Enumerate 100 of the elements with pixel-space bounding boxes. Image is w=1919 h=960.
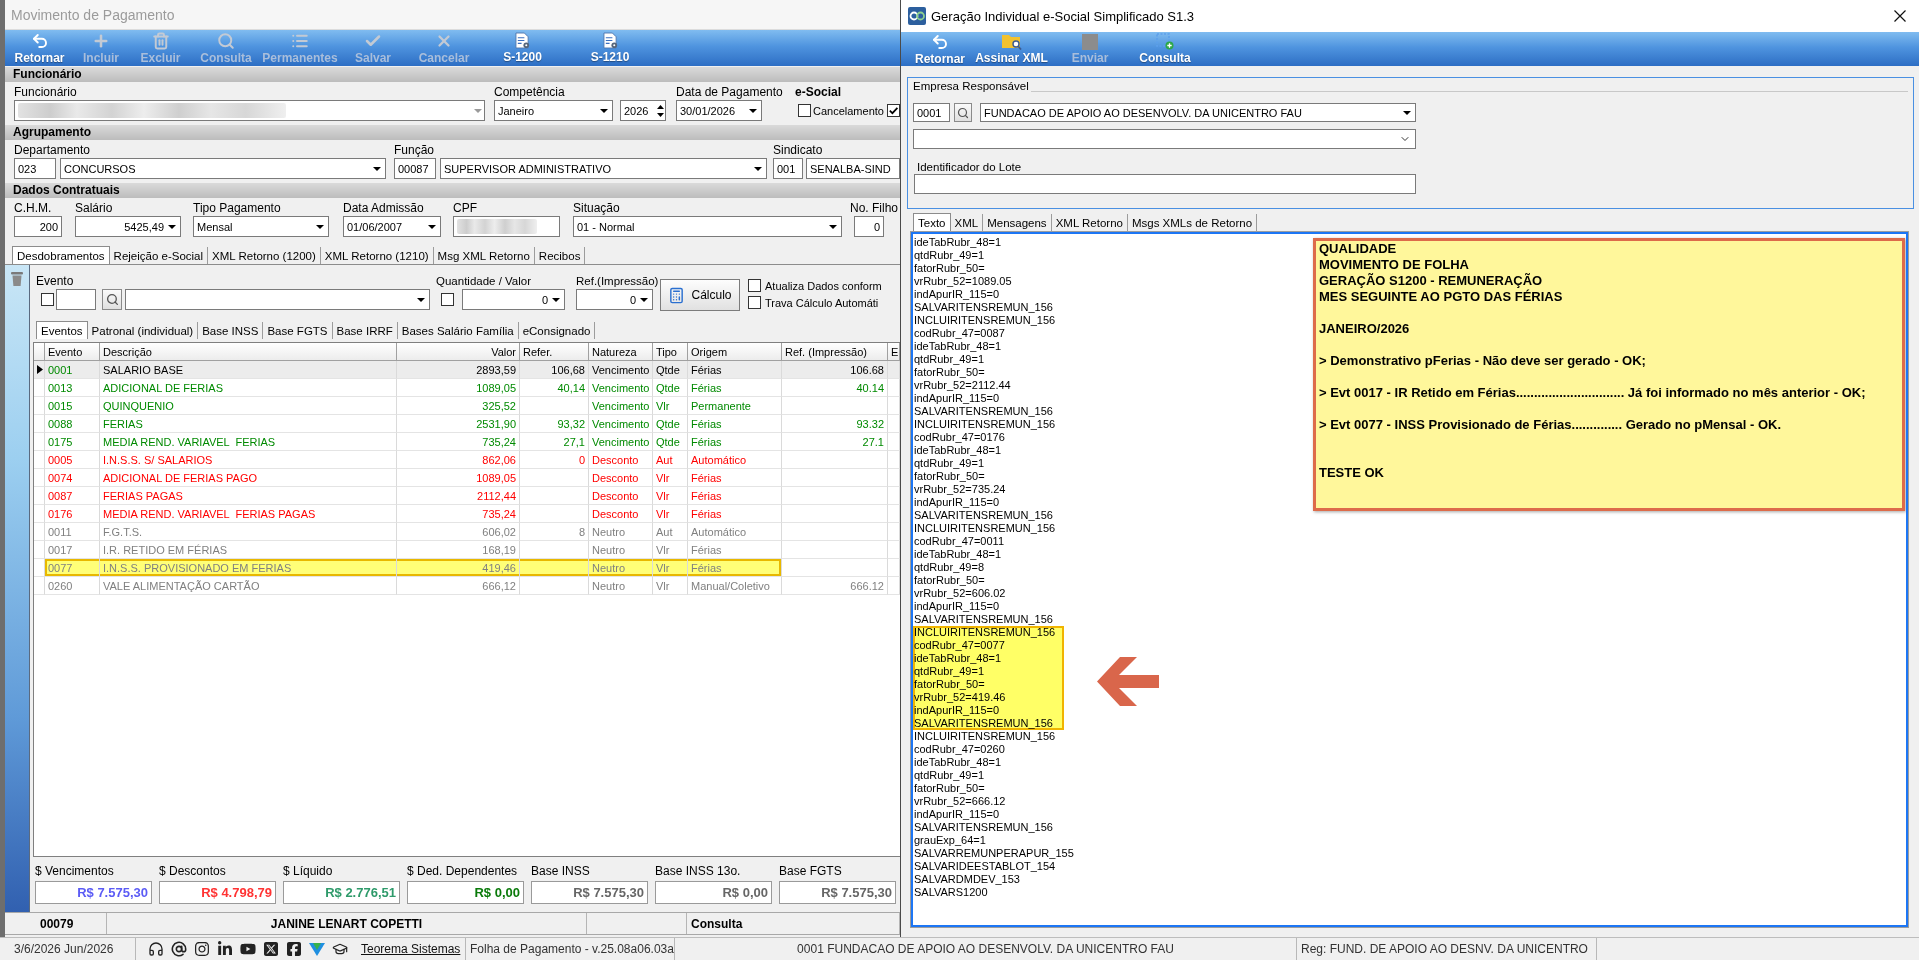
tab[interactable]: Base INSS [198,322,264,339]
checkbox[interactable] [748,279,761,292]
table-cell: QUINQUENIO [100,397,397,415]
text-line: ideTabRubr_48=1 [914,548,1002,561]
table-cell: SALARIO BASE [100,361,397,379]
toolbar-button[interactable]: S-1210 [565,30,655,66]
graduation-cap-icon[interactable] [332,941,348,957]
amount-field: R$ 0,00 [655,881,772,904]
toolbar-button[interactable]: Assinar XML [969,32,1054,66]
tab[interactable]: XML Retorno (1210) [320,247,434,264]
text-line: SALVARS1200 [914,886,988,899]
quantity-select[interactable]: 0 [462,289,565,310]
group-legend: Empresa Responsável [913,79,1031,93]
payment-type-select[interactable]: Mensal [193,216,329,237]
status-select[interactable]: 01 - Normal [573,216,842,237]
instagram-icon[interactable] [194,941,210,957]
month-select[interactable]: Janeiro [494,100,613,121]
toolbar-button[interactable]: Retornar [8,30,71,66]
checkbox[interactable] [886,104,900,117]
toolbar-button[interactable]: Consulta [1126,32,1204,66]
table-cell: Vlr [653,541,688,559]
document-gear-icon [515,32,530,49]
date-select[interactable]: 30/01/2026 [676,100,762,121]
event-select[interactable] [125,289,430,310]
table-cell: Manual/Coletivo [688,577,782,595]
tab[interactable]: Base FGTS [263,322,333,339]
table-cell: 0175 [45,433,100,451]
code-field[interactable]: 00087 [394,158,436,179]
calculate-button[interactable]: Cálculo [660,279,740,311]
checkbox[interactable] [748,296,761,309]
number-field[interactable]: 200 [14,216,62,237]
tab[interactable]: Texto [913,213,951,231]
field-label: $ Descontos [159,863,226,879]
headphones-icon[interactable] [148,941,164,957]
column-header: E [888,343,900,361]
code-field[interactable]: 023 [14,158,56,179]
table-cell: Vencimento [589,415,653,433]
employee-select[interactable] [14,100,485,121]
search-button[interactable] [102,289,122,310]
date-select[interactable]: 01/06/2007 [343,216,441,237]
text-line: SALVARITENSREMUN_156 [914,509,1053,522]
tab[interactable]: XML Retorno (1200) [208,247,321,264]
field-label: Ref.(Impressão) [576,274,659,289]
code-field[interactable]: 0001 [913,103,950,122]
table-cell: 325,52 [397,397,520,415]
text-field[interactable]: SENALBA-SIND [806,158,900,179]
tab[interactable]: Desdobramentos [12,246,110,264]
field-label: Tipo Pagamento [193,200,281,216]
x-logo-icon[interactable] [263,941,279,957]
column-header: Natureza [589,343,653,361]
toolbar-button[interactable]: S-1200 [480,30,565,66]
linkedin-icon[interactable] [217,941,233,957]
tab[interactable]: Bases Salário Família [397,322,519,339]
app-logo-icon [908,7,926,25]
batch-id-field[interactable] [914,174,1416,194]
table-cell: Qtde [653,433,688,451]
company-link[interactable]: Teorema Sistemas [361,942,461,956]
table-cell: 666,12 [397,577,520,595]
checkbox[interactable] [41,293,54,306]
text-area[interactable] [911,232,1908,927]
facebook-icon[interactable] [286,941,302,957]
salary-select[interactable]: 5425,49 [75,216,181,237]
tab[interactable]: eConsignado [518,322,596,339]
text-line: qtdRubr_49=8 [914,561,985,574]
reference-select[interactable]: 0 [576,289,653,310]
tab[interactable]: Recibos [534,247,586,264]
triangle-logo-icon[interactable] [309,941,325,957]
amount-field: R$ 7.575,30 [35,881,152,904]
table-cell: 27,1 [520,433,589,451]
field-label: Base FGTS [779,863,842,879]
department-select[interactable]: CONCURSOS [60,158,386,179]
tab[interactable]: Rejeição e-Social [109,247,209,264]
search-button[interactable] [954,103,972,122]
table-cell: Neutro [589,577,653,595]
tab[interactable]: Patronal (individual) [87,322,199,339]
tab[interactable]: Eventos [36,321,88,339]
tab[interactable]: Base IRRF [332,322,398,339]
table-cell: 862,06 [397,451,520,469]
table-cell: 0017 [45,541,100,559]
table-cell: Vlr [653,487,688,505]
employee-code: 00079 [40,916,74,931]
year-spinner[interactable]: 2026 [620,100,666,121]
close-icon[interactable] [1894,10,1906,22]
dropdown-field[interactable] [913,129,1416,149]
role-select[interactable]: SUPERVISOR ADMINISTRATIVO [440,158,767,179]
number-field[interactable]: 0 [854,216,884,237]
trash-icon [11,272,23,286]
checkbox[interactable] [798,104,811,117]
code-field[interactable] [56,289,96,310]
tab[interactable]: Msg XML Retorno [433,247,535,264]
checkbox[interactable] [441,293,454,306]
company-select[interactable]: FUNDACAO DE APOIO AO DESENVOLV. DA UNICENTRO FAU [980,103,1416,122]
toolbar-button[interactable]: Retornar [911,32,969,66]
code-field[interactable]: 001 [773,158,803,179]
text-line: codRubr_47=0087 [914,327,1005,340]
youtube-icon[interactable] [240,941,256,957]
table-cell: 606,02 [397,523,520,541]
checkbox-label: Cancelamento [813,103,884,119]
cpf-field[interactable] [453,216,560,237]
at-sign-icon[interactable] [171,941,187,957]
